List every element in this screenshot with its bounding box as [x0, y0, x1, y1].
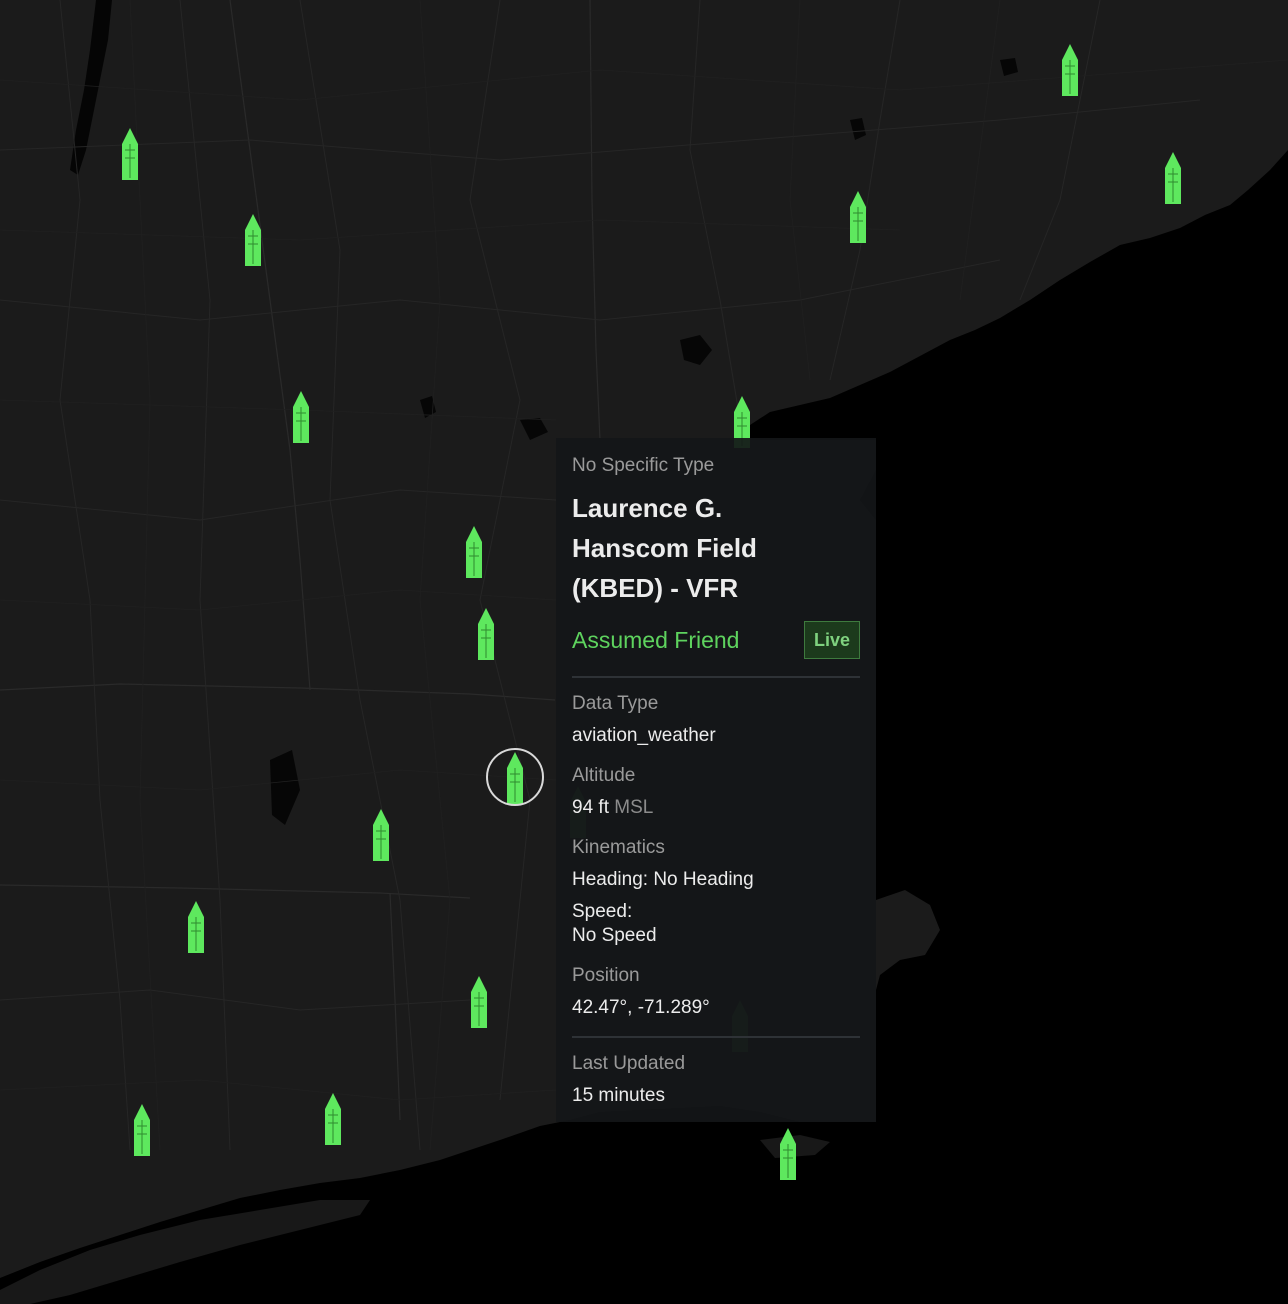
- weather-station-marker[interactable]: [780, 1128, 796, 1180]
- weather-station-icon: [188, 901, 204, 953]
- position-section: Position 42.47°, -71.289°: [572, 964, 860, 1020]
- data-type-label: Data Type: [572, 693, 659, 714]
- weather-station-marker[interactable]: [245, 214, 261, 266]
- divider: [572, 676, 860, 678]
- weather-station-icon: [1062, 44, 1078, 96]
- affiliation-text: Assumed Friend: [572, 626, 740, 653]
- heading-text: Heading: No Heading: [572, 869, 754, 890]
- weather-station-marker[interactable]: [293, 391, 309, 443]
- altitude-label: Altitude: [572, 765, 636, 786]
- weather-station-icon: [780, 1128, 796, 1180]
- entity-detail-popup: No Specific Type Laurence G. Hanscom Fie…: [556, 438, 876, 1122]
- data-type-section: Data Type aviation_weather: [572, 692, 860, 748]
- position-value: 42.47°, -71.289°: [572, 997, 710, 1018]
- weather-station-icon: [245, 214, 261, 266]
- altitude-value: 94 ft: [572, 797, 609, 818]
- weather-station-marker[interactable]: [373, 809, 389, 861]
- last-updated-section: Last Updated 15 minutes: [572, 1052, 860, 1108]
- entity-title: Laurence G. Hanscom Field (KBED) - VFR: [572, 493, 757, 603]
- entity-type-label: No Specific Type: [572, 455, 715, 476]
- weather-station-icon: [122, 128, 138, 180]
- weather-station-icon: [373, 809, 389, 861]
- altitude-unit: MSL: [614, 797, 654, 818]
- weather-station-icon: [478, 608, 494, 660]
- weather-station-marker[interactable]: [325, 1093, 341, 1145]
- weather-station-marker[interactable]: [122, 128, 138, 180]
- speed-label: Speed:: [572, 901, 633, 922]
- live-badge: Live: [803, 621, 860, 659]
- weather-station-marker[interactable]: [466, 526, 482, 578]
- weather-station-icon: [1165, 152, 1181, 204]
- altitude-section: Altitude 94 ft MSL: [572, 764, 860, 820]
- weather-station-marker[interactable]: [471, 976, 487, 1028]
- weather-station-marker[interactable]: [1165, 152, 1181, 204]
- last-updated-value: 15 minutes: [572, 1085, 665, 1106]
- weather-station-icon: [850, 191, 866, 243]
- weather-station-marker[interactable]: [478, 608, 494, 660]
- affiliation-row: Assumed Friend Live: [572, 620, 860, 660]
- weather-station-icon: [471, 976, 487, 1028]
- last-updated-label: Last Updated: [572, 1053, 686, 1074]
- weather-station-icon: [293, 391, 309, 443]
- weather-station-marker[interactable]: [188, 901, 204, 953]
- kinematics-section: Kinematics Heading: No Heading Speed: No…: [572, 836, 860, 948]
- kinematics-label: Kinematics: [572, 837, 665, 858]
- weather-station-marker[interactable]: [850, 191, 866, 243]
- data-type-value: aviation_weather: [572, 725, 716, 746]
- weather-station-icon: [134, 1104, 150, 1156]
- weather-station-icon: [466, 526, 482, 578]
- position-label: Position: [572, 965, 640, 986]
- speed-value: No Speed: [572, 925, 657, 946]
- weather-station-icon: [325, 1093, 341, 1145]
- selected-weather-station-marker[interactable]: [507, 752, 523, 804]
- weather-station-marker[interactable]: [1062, 44, 1078, 96]
- weather-station-icon: [507, 752, 523, 804]
- altitude-value-row: 94 ft MSL: [572, 796, 860, 820]
- weather-station-marker[interactable]: [134, 1104, 150, 1156]
- divider: [572, 1036, 860, 1038]
